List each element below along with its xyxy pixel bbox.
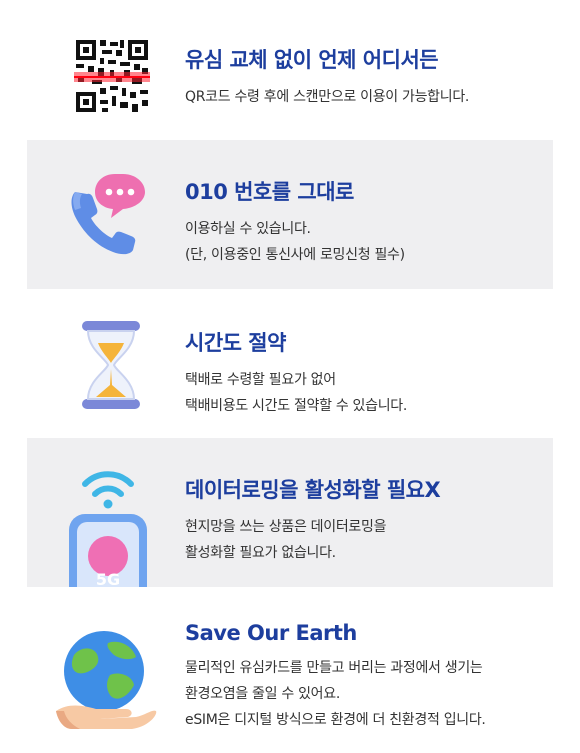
feature-time-text: 시간도 절약 택배로 수령할 필요가 없어 택배비용도 시간도 절약할 수 있습… — [185, 327, 407, 419]
description-line: 물리적인 유심카드를 만들고 버리는 과정에서 생기는 — [185, 660, 483, 676]
feature-roaming-section: 5G 데이터로밍을 활성화할 필요X 현지망을 쓰는 상품은 데이터로밍을 활성… — [27, 438, 553, 604]
feature-title: Save Our Earth — [185, 621, 357, 645]
feature-title: 010 번호를 그대로 — [185, 180, 354, 204]
description-line: 이용하실 수 있습니다. — [185, 221, 311, 237]
feature-qr-text: 유심 교체 없이 언제 어디서든 QR코드 수령 후에 스캔만으로 이용이 가능… — [185, 44, 469, 110]
feature-title: 데이터로밍을 활성화할 필요X — [185, 478, 441, 502]
feature-title: 시간도 절약 — [185, 331, 286, 355]
feature-roaming-text: 데이터로밍을 활성화할 필요X 현지망을 쓰는 상품은 데이터로밍을 활성화할 … — [185, 474, 441, 566]
feature-title: 유심 교체 없이 언제 어디서든 — [185, 48, 439, 72]
description-line: eSIM은 디지털 방식으로 환경에 더 친환경적 입니다. — [185, 712, 486, 728]
description-line: 환경오염을 줄일 수 있어요. — [185, 686, 340, 702]
feature-description: 택배로 수령할 필요가 없어 택배비용도 시간도 절약할 수 있습니다. — [185, 367, 407, 419]
description-line: 택배비용도 시간도 절약할 수 있습니다. — [185, 398, 408, 414]
feature-earth-text: Save Our Earth 물리적인 유심카드를 만들고 버리는 과정에서 생… — [185, 621, 486, 733]
description-line: (단, 이용중인 통신사에 로밍신청 필수) — [185, 247, 405, 263]
description-line: 택배로 수령할 필요가 없어 — [185, 372, 336, 388]
earth-in-hand-icon — [52, 625, 162, 739]
feature-number-text: 010 번호를 그대로 이용하실 수 있습니다. (단, 이용중인 통신사에 로… — [185, 176, 405, 268]
description-line: QR코드 수령 후에 스캔만으로 이용이 가능합니다. — [185, 89, 470, 105]
feature-description: QR코드 수령 후에 스캔만으로 이용이 가능합니다. — [185, 84, 469, 110]
feature-description: 물리적인 유심카드를 만들고 버리는 과정에서 생기는 환경오염을 줄일 수 있… — [185, 655, 486, 733]
feature-description: 현지망을 쓰는 상품은 데이터로밍을 활성화할 필요가 없습니다. — [185, 514, 440, 566]
5g-phone-wifi-icon: 5G — [65, 464, 155, 604]
features-page: 유심 교체 없이 언제 어디서든 QR코드 수령 후에 스캔만으로 이용이 가능… — [0, 0, 580, 753]
description-line: 현지망을 쓰는 상품은 데이터로밍을 — [185, 519, 387, 535]
qr-code-icon — [74, 38, 150, 118]
description-line: 활성화할 필요가 없습니다. — [185, 545, 336, 561]
hourglass-icon — [78, 319, 144, 415]
feature-time-section: 시간도 절약 택배로 수령할 필요가 없어 택배비용도 시간도 절약할 수 있습… — [0, 289, 580, 438]
phone-chat-icon — [65, 170, 155, 264]
feature-earth-section: Save Our Earth 물리적인 유심카드를 만들고 버리는 과정에서 생… — [0, 587, 580, 753]
feature-description: 이용하실 수 있습니다. (단, 이용중인 통신사에 로밍신청 필수) — [185, 216, 405, 268]
feature-number-section: 010 번호를 그대로 이용하실 수 있습니다. (단, 이용중인 통신사에 로… — [27, 140, 553, 289]
feature-qr-section: 유심 교체 없이 언제 어디서든 QR코드 수령 후에 스캔만으로 이용이 가능… — [0, 0, 580, 140]
